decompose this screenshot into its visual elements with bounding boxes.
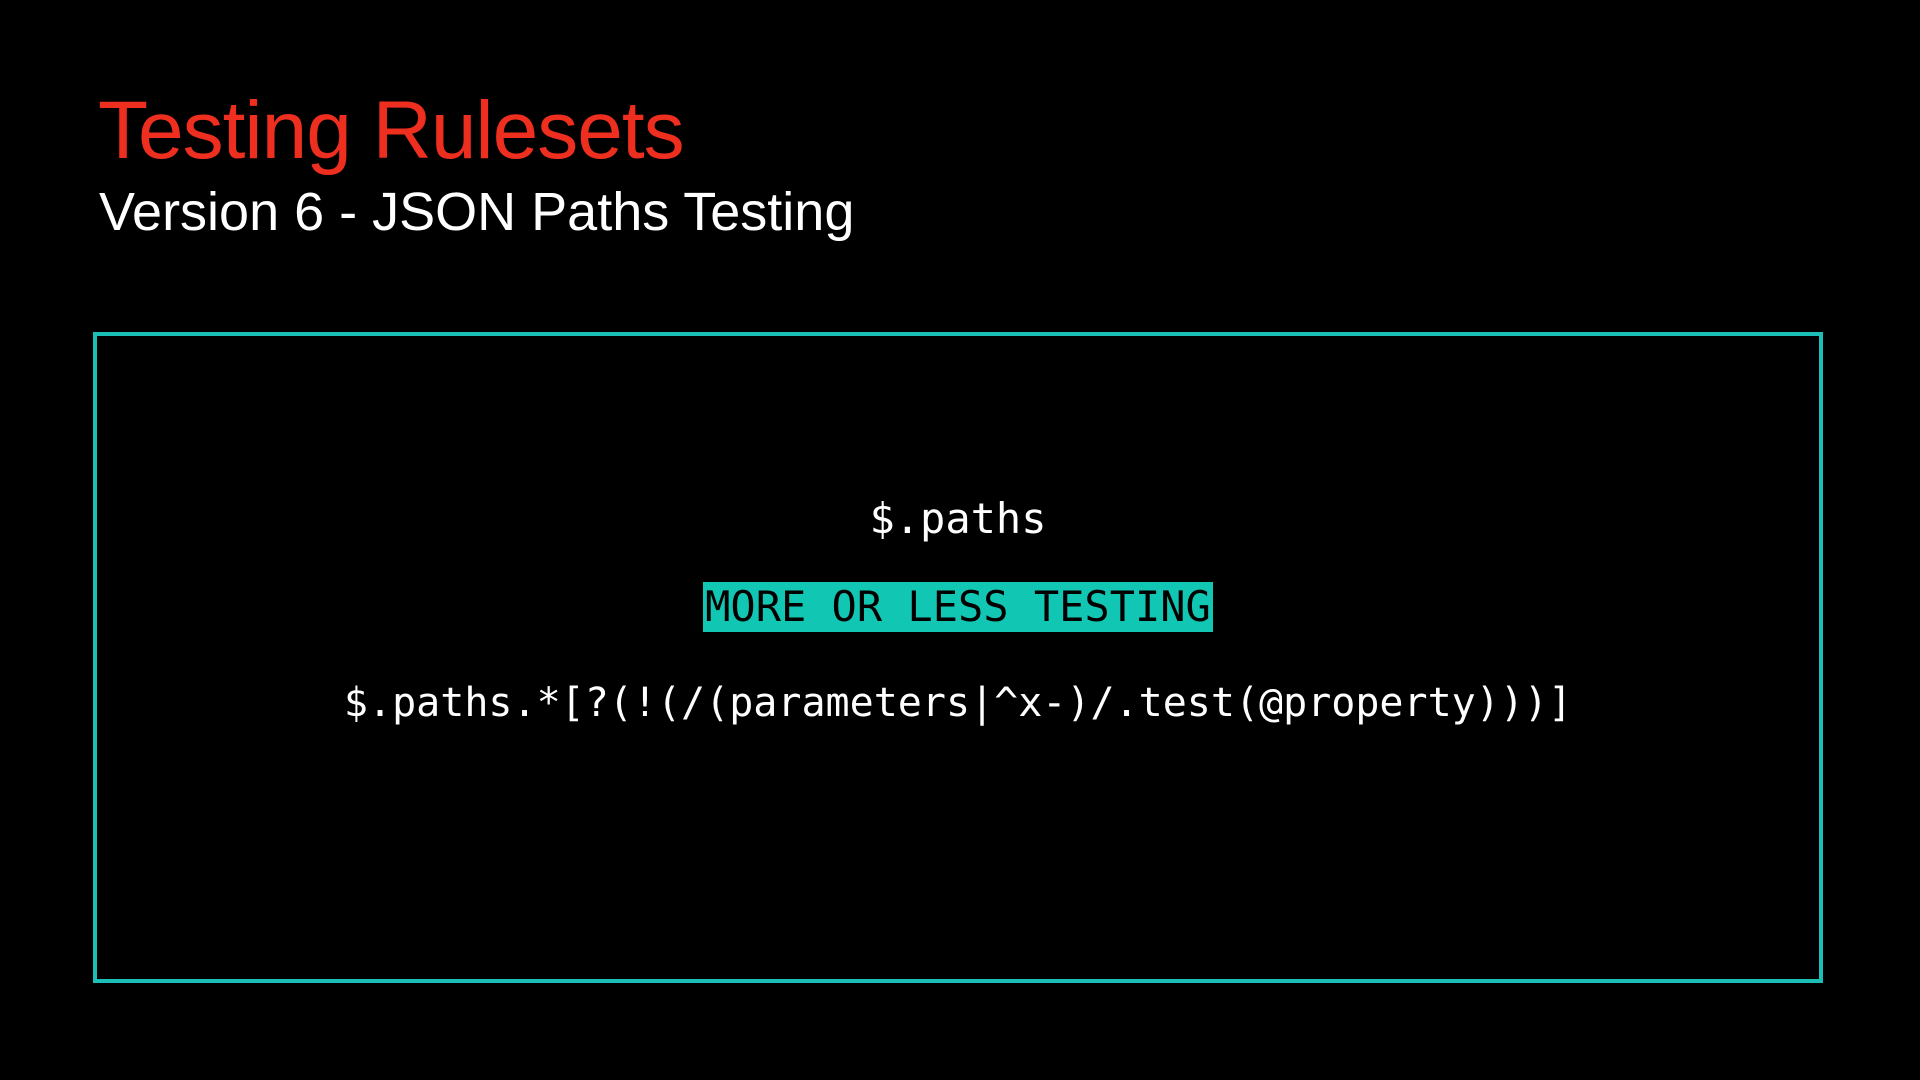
highlight-label: MORE OR LESS TESTING (703, 582, 1213, 632)
slide-title: Testing Rulesets (98, 85, 685, 176)
code-frame: $.paths MORE OR LESS TESTING $.paths.*[?… (93, 332, 1823, 983)
highlight-row: MORE OR LESS TESTING (97, 582, 1819, 632)
json-path-filter: $.paths.*[?(!(/(parameters|^x-)/.test(@p… (343, 680, 1573, 726)
json-path-root: $.paths (869, 494, 1047, 543)
slide-subtitle: Version 6 - JSON Paths Testing (99, 182, 855, 242)
